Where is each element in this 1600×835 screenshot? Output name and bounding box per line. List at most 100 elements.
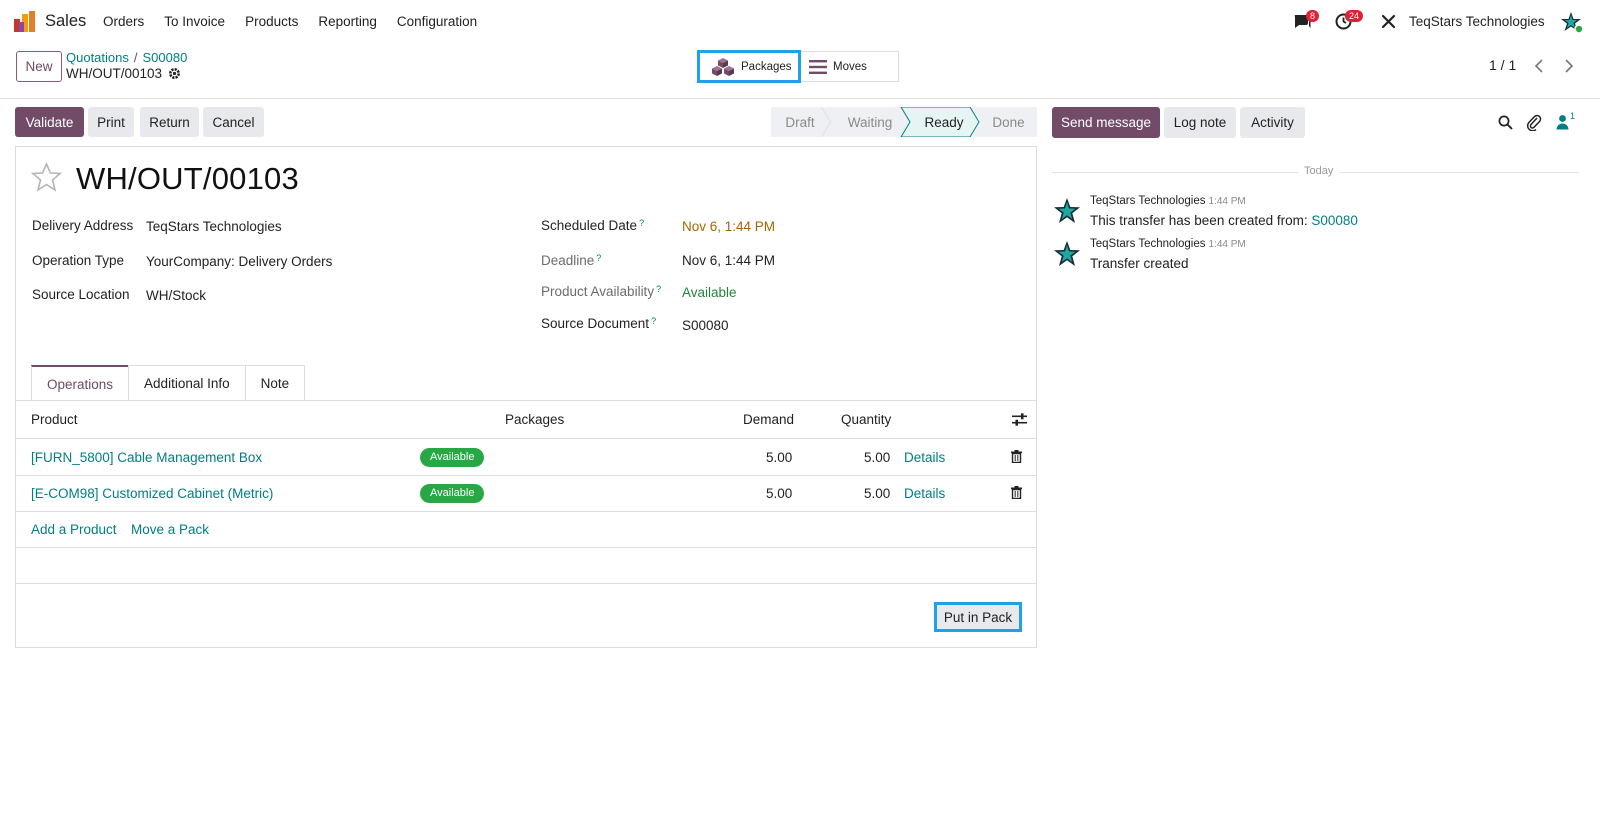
trash-icon[interactable] [1011,486,1022,499]
deadline-label: Deadline? [541,253,601,268]
breadcrumb-separator: / [133,50,138,65]
col-quantity[interactable]: Quantity [841,412,891,427]
messages-badge: 8 [1306,10,1320,22]
stage-ready[interactable]: Ready [910,107,978,137]
send-message-button[interactable]: Send message [1052,107,1160,138]
form-sheet: WH/OUT/00103 Delivery Address TeqStars T… [15,146,1037,648]
product-link[interactable]: [E-COM98] Customized Cabinet (Metric) [31,486,273,501]
source-document-value[interactable]: S00080 [682,318,729,333]
delivery-address-label: Delivery Address [32,218,134,233]
optional-columns-icon[interactable] [1012,413,1027,426]
col-demand[interactable]: Demand [743,412,794,427]
pager-previous-button[interactable] [1526,51,1552,81]
breadcrumb-quotations[interactable]: Quotations [66,50,129,65]
table-row[interactable]: [FURN_5800] Cable Management Box Availab… [16,440,1036,476]
source-location-value[interactable]: WH/Stock [146,288,206,303]
help-icon[interactable]: ? [596,253,601,263]
deadline-label-text: Deadline [541,253,595,268]
message-author[interactable]: TeqStars Technologies 1:44 PM [1090,238,1246,250]
validate-button[interactable]: Validate [15,107,84,137]
moves-smart-button[interactable]: Moves [801,51,899,82]
operation-type-value[interactable]: YourCompany: Delivery Orders [146,254,332,269]
packages-label: Packages [741,60,792,73]
message-source-link[interactable]: S00080 [1311,213,1358,228]
empty-row [16,548,1036,584]
gear-icon[interactable] [168,67,181,80]
search-icon[interactable] [1498,115,1513,130]
packages-icon [712,57,734,76]
help-icon[interactable]: ? [656,284,661,294]
message-author[interactable]: TeqStars Technologies 1:44 PM [1090,195,1246,207]
top-navbar: Sales Orders To Invoice Products Reporti… [0,0,1600,42]
trash-icon[interactable] [1011,450,1022,463]
app-name[interactable]: Sales [45,12,86,31]
pager-value[interactable]: 1 / 1 [1489,57,1516,73]
product-availability-label: Product Availability? [541,284,661,299]
menu-configuration[interactable]: Configuration [397,14,477,29]
user-avatar-icon[interactable] [1561,11,1583,33]
new-button[interactable]: New [16,51,62,82]
activities-badge: 24 [1345,10,1364,22]
tab-operations[interactable]: Operations [31,365,130,401]
message-author-name[interactable]: TeqStars Technologies [1090,195,1206,207]
menu-orders[interactable]: Orders [103,14,144,29]
notebook-tabs: Operations Additional Info Note [31,365,306,401]
stage-done[interactable]: Done [980,107,1037,137]
source-document-label: Source Document? [541,316,656,331]
add-product-link[interactable]: Add a Product [31,522,117,537]
message-body: This transfer has been created from: S00… [1090,213,1358,228]
demand-value[interactable]: 5.00 [766,486,792,501]
scheduled-date-value[interactable]: Nov 6, 1:44 PM [682,219,775,234]
move-pack-link[interactable]: Move a Pack [131,522,209,537]
source-location-label: Source Location [32,287,130,302]
record-name-label: WH/OUT/00103 [66,66,163,81]
col-packages[interactable]: Packages [505,412,564,427]
scheduled-date-label: Scheduled Date? [541,218,644,233]
stage-waiting[interactable]: Waiting [831,107,909,137]
quantity-value[interactable]: 5.00 [864,486,890,501]
menu-reporting[interactable]: Reporting [318,14,377,29]
print-button[interactable]: Print [88,107,134,137]
author-avatar-icon[interactable] [1054,198,1080,224]
availability-badge: Available [420,484,485,503]
paperclip-icon[interactable] [1526,114,1542,131]
details-link[interactable]: Details [904,450,945,465]
followers-icon[interactable] [1556,114,1569,130]
favorite-star-icon[interactable] [31,162,62,192]
tab-note[interactable]: Note [244,365,306,401]
scheduled-date-label-text: Scheduled Date [541,218,638,233]
demand-value[interactable]: 5.00 [766,450,792,465]
record-name: WH/OUT/00103 [66,66,181,81]
activity-button[interactable]: Activity [1240,107,1305,138]
company-switcher[interactable]: TeqStars Technologies [1409,14,1545,29]
product-availability-label-text: Product Availability [541,284,655,299]
return-button[interactable]: Return [140,107,199,137]
delivery-address-value[interactable]: TeqStars Technologies [146,219,282,234]
put-in-pack-button[interactable]: Put in Pack [934,602,1022,632]
table-row[interactable]: [E-COM98] Customized Cabinet (Metric) Av… [16,476,1036,512]
product-link[interactable]: [FURN_5800] Cable Management Box [31,450,262,465]
operation-type-label: Operation Type [32,253,125,268]
col-product[interactable]: Product [31,412,78,427]
log-note-button[interactable]: Log note [1164,107,1236,138]
menu-products[interactable]: Products [245,14,298,29]
quantity-value[interactable]: 5.00 [864,450,890,465]
chevron-left-icon [1534,59,1543,73]
deadline-value[interactable]: Nov 6, 1:44 PM [682,253,775,268]
pager-next-button[interactable] [1556,51,1582,81]
breadcrumb-order[interactable]: S00080 [143,50,188,65]
message-author-name[interactable]: TeqStars Technologies [1090,238,1206,250]
help-icon[interactable]: ? [651,316,656,326]
sales-app-icon[interactable] [14,11,36,32]
packages-smart-button[interactable]: Packages [697,50,801,83]
author-avatar-icon[interactable] [1054,241,1080,267]
debug-tools-icon[interactable] [1381,14,1396,29]
details-link[interactable]: Details [904,486,945,501]
tab-additional-info[interactable]: Additional Info [128,365,246,401]
date-divider-label: Today [1298,165,1340,177]
stage-draft[interactable]: Draft [771,107,829,137]
help-icon[interactable]: ? [639,218,644,228]
menu-to-invoice[interactable]: To Invoice [164,14,225,29]
cancel-button[interactable]: Cancel [203,107,264,137]
message-time: 1:44 PM [1208,196,1246,207]
